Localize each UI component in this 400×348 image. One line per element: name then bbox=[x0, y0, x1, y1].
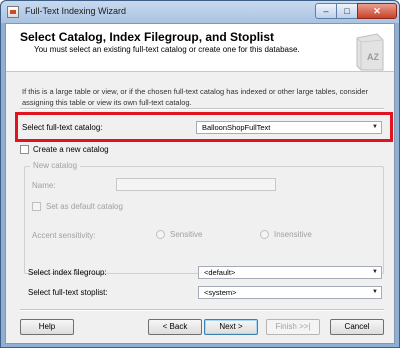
insensitive-radio[interactable] bbox=[260, 230, 269, 239]
chevron-down-icon: ▼ bbox=[372, 289, 378, 295]
info-line-2: assigning this table or view its own ful… bbox=[22, 98, 192, 107]
create-catalog-label: Create a new catalog bbox=[33, 145, 109, 154]
book-az-icon: AZ bbox=[356, 33, 384, 71]
info-line-1: If this is a large table or view, or if … bbox=[22, 87, 369, 96]
svg-text:AZ: AZ bbox=[367, 52, 379, 62]
name-label: Name: bbox=[32, 181, 56, 190]
close-button[interactable]: ✕ bbox=[357, 3, 397, 19]
divider bbox=[20, 108, 384, 110]
wizard-header: Select Catalog, Index Filegroup, and Sto… bbox=[6, 24, 394, 72]
stoplist-select-value: <system> bbox=[204, 288, 237, 297]
stoplist-select[interactable]: <system> ▼ bbox=[198, 286, 382, 299]
default-catalog-label: Set as default catalog bbox=[46, 202, 123, 211]
sensitive-radio[interactable] bbox=[156, 230, 165, 239]
next-button[interactable]: Next > bbox=[204, 319, 258, 335]
filegroup-label: Select index filegroup: bbox=[28, 268, 107, 277]
minimize-button[interactable]: – bbox=[315, 3, 337, 19]
wizard-app-icon bbox=[7, 6, 19, 18]
create-catalog-checkbox[interactable] bbox=[20, 145, 29, 154]
chevron-down-icon: ▼ bbox=[372, 269, 378, 275]
sensitive-label: Sensitive bbox=[170, 230, 203, 239]
catalog-select[interactable]: BalloonShopFullText ▼ bbox=[196, 121, 382, 134]
cancel-button[interactable]: Cancel bbox=[330, 319, 384, 335]
finish-button[interactable]: Finish >>| bbox=[266, 319, 320, 335]
insensitive-label: Insensitive bbox=[274, 230, 312, 239]
window-title: Full-Text Indexing Wizard bbox=[25, 6, 127, 16]
name-field[interactable] bbox=[116, 178, 276, 191]
info-text: If this is a large table or view, or if … bbox=[22, 86, 394, 108]
help-button[interactable]: Help bbox=[20, 319, 74, 335]
filegroup-select-value: <default> bbox=[204, 268, 236, 277]
default-catalog-checkbox[interactable] bbox=[32, 202, 41, 211]
filegroup-select[interactable]: <default> ▼ bbox=[198, 266, 382, 279]
new-catalog-legend: New catalog bbox=[30, 161, 81, 170]
title-bar[interactable]: Full-Text Indexing Wizard – □ ✕ bbox=[1, 1, 399, 23]
catalog-select-value: BalloonShopFullText bbox=[202, 123, 271, 132]
maximize-button[interactable]: □ bbox=[336, 3, 358, 19]
divider bbox=[20, 309, 384, 311]
accent-sensitivity-label: Accent sensitivity: bbox=[32, 231, 96, 240]
chevron-down-icon: ▼ bbox=[372, 124, 378, 130]
page-title: Select Catalog, Index Filegroup, and Sto… bbox=[20, 30, 275, 44]
page-subtitle: You must select an existing full-text ca… bbox=[34, 45, 300, 54]
stoplist-label: Select full-text stoplist: bbox=[28, 288, 108, 297]
back-button[interactable]: < Back bbox=[148, 319, 202, 335]
wizard-window: Full-Text Indexing Wizard – □ ✕ Select C… bbox=[0, 0, 400, 348]
catalog-label: Select full-text catalog: bbox=[22, 123, 103, 132]
wizard-body: Select Catalog, Index Filegroup, and Sto… bbox=[5, 23, 395, 344]
